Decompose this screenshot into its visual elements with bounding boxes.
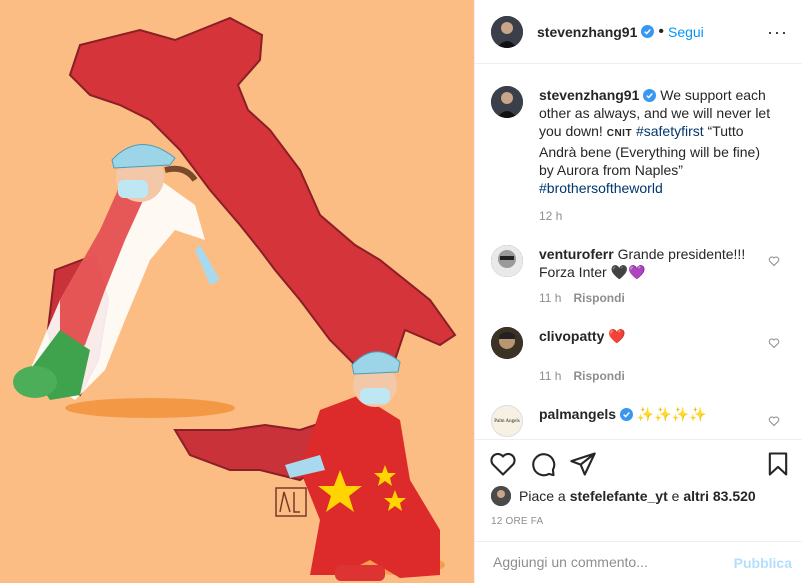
like-comment-heart-icon[interactable]	[768, 415, 780, 427]
comment-time[interactable]: 11 h	[539, 369, 561, 383]
more-options-icon[interactable]: ···	[767, 22, 788, 43]
reply-button[interactable]: Rispondi	[573, 291, 624, 305]
post-timestamp[interactable]: 12 ORE FA	[491, 516, 543, 527]
like-comment-heart-icon[interactable]	[768, 337, 780, 349]
hashtag-brothersoftheworld[interactable]: #brothersoftheworld	[539, 180, 663, 196]
caption-username[interactable]: stevenzhang91	[539, 87, 639, 103]
follow-button[interactable]: Segui	[668, 24, 704, 40]
share-paper-plane-icon[interactable]	[569, 450, 597, 478]
commenter-avatar[interactable]: Palm Angels	[491, 405, 523, 437]
likes-prefix: Piace a	[519, 488, 566, 504]
comment-text: venturoferr Grande presidente!!! Forza I…	[539, 245, 749, 281]
comment-meta: 11 h Rispondi	[539, 369, 802, 383]
verified-badge-icon	[620, 408, 634, 421]
comment-username[interactable]: venturoferr	[539, 246, 614, 262]
author-username[interactable]: stevenzhang91	[537, 24, 637, 40]
comment-input[interactable]	[491, 553, 725, 571]
likes-summary: Piace a stefelefante_yt e altri 83.520	[491, 486, 756, 506]
commenter-avatar[interactable]	[491, 327, 523, 359]
save-bookmark-icon[interactable]	[764, 450, 792, 478]
liker-username[interactable]: stefelefante_yt	[570, 488, 668, 504]
likes-count[interactable]: altri 83.520	[683, 488, 755, 504]
italy-china-illustration	[0, 0, 474, 583]
reply-button[interactable]: Rispondi	[573, 369, 624, 383]
like-heart-icon[interactable]	[489, 450, 517, 478]
add-comment-bar: Pubblica	[475, 541, 802, 584]
comments-list[interactable]: stevenzhang91 We support each other as a…	[475, 64, 802, 438]
comment-username[interactable]: palmangels	[539, 406, 616, 422]
verified-badge-icon	[643, 89, 657, 102]
china-flag-emoji: CNIT	[606, 128, 633, 139]
caption-avatar[interactable]	[491, 86, 523, 118]
action-bar	[475, 439, 802, 490]
comment-item: clivopatty ❤️	[475, 327, 802, 359]
comment-item: venturoferr Grande presidente!!! Forza I…	[475, 245, 802, 281]
likes-middle: e	[667, 488, 684, 504]
verified-badge-icon	[641, 25, 655, 38]
comment-username[interactable]: clivopatty	[539, 328, 604, 344]
instagram-post-view: stevenzhang91 • Segui ··· stevenzhang91 …	[0, 0, 802, 583]
comment-text: palmangels ✨✨✨✨	[539, 405, 749, 437]
comment-text: clivopatty ❤️	[539, 327, 749, 359]
comment-bubble-icon[interactable]	[529, 450, 557, 478]
post-side-panel: stevenzhang91 • Segui ··· stevenzhang91 …	[474, 0, 802, 583]
comment-body: ❤️	[604, 328, 626, 344]
liker-avatar[interactable]	[491, 486, 511, 506]
post-image[interactable]	[0, 0, 474, 583]
commenter-avatar[interactable]	[491, 245, 523, 277]
comment-meta: 11 h Rispondi	[539, 291, 802, 305]
comment-item: Palm Angels palmangels ✨✨✨✨	[475, 405, 802, 437]
separator-dot: •	[658, 22, 664, 40]
publish-button[interactable]: Pubblica	[734, 555, 792, 571]
author-avatar[interactable]	[491, 15, 523, 48]
comment-time[interactable]: 11 h	[539, 291, 561, 305]
like-comment-heart-icon[interactable]	[768, 255, 780, 267]
caption: stevenzhang91 We support each other as a…	[475, 64, 802, 197]
comment-body: ✨✨✨✨	[633, 406, 707, 422]
caption-text: stevenzhang91 We support each other as a…	[539, 86, 771, 197]
hashtag-safetyfirst[interactable]: #safetyfirst	[636, 123, 704, 139]
caption-time[interactable]: 12 h	[539, 209, 802, 223]
post-header: stevenzhang91 • Segui ···	[475, 0, 802, 64]
palm-angels-logo: Palm Angels	[494, 418, 520, 424]
